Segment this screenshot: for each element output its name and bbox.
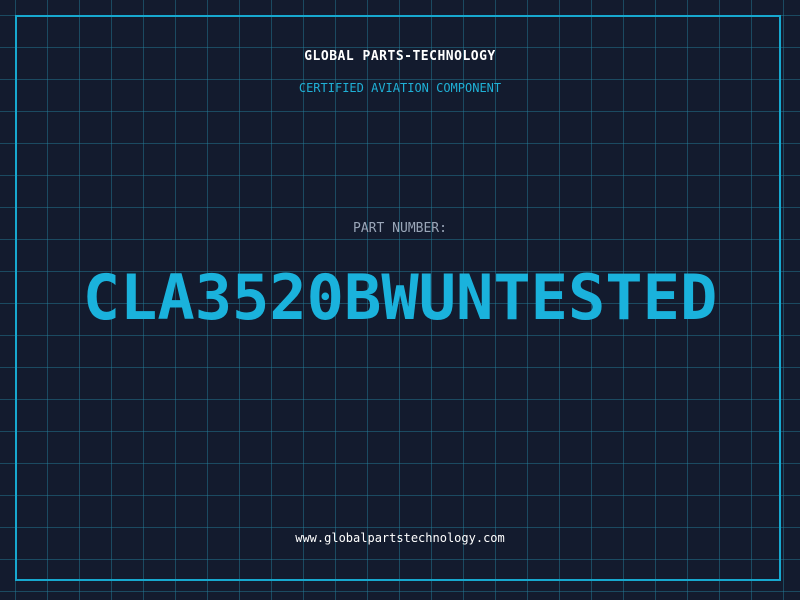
part-label-card: GLOBAL PARTS-TECHNOLOGY CERTIFIED AVIATI… [0,0,800,600]
part-number-label: PART NUMBER: [353,221,447,236]
website-url: www.globalpartstechnology.com [295,531,505,545]
part-number-value: CLA3520BWUNTESTED [82,261,718,334]
company-name: GLOBAL PARTS-TECHNOLOGY [304,49,496,64]
certification-subtitle: CERTIFIED AVIATION COMPONENT [298,81,502,95]
